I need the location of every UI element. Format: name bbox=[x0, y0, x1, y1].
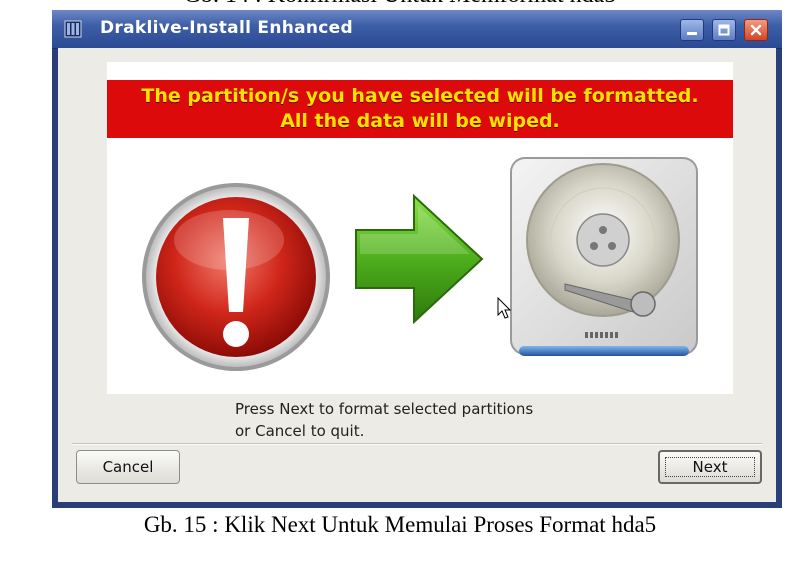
top-figure-caption: Gb. 14 : Konfirmasi Untuk Memformat hda5 bbox=[0, 0, 800, 9]
warning-line-1: The partition/s you have selected will b… bbox=[141, 85, 699, 107]
cancel-button[interactable]: Cancel bbox=[76, 450, 180, 484]
maximize-icon bbox=[718, 24, 730, 36]
warning-line-2: All the data will be wiped. bbox=[280, 110, 560, 132]
cancel-button-label: Cancel bbox=[102, 458, 154, 476]
exclamation-icon bbox=[142, 183, 330, 371]
mouse-cursor-icon bbox=[497, 297, 512, 319]
warning-panel: The partition/s you have selected will b… bbox=[107, 62, 733, 394]
green-arrow-icon bbox=[355, 193, 484, 325]
next-button[interactable]: Next bbox=[658, 450, 762, 484]
instruction-text: Press Next to format selected partitions… bbox=[235, 398, 533, 442]
dialog-content: The partition/s you have selected will b… bbox=[58, 48, 776, 502]
instruction-line-1: Press Next to format selected partitions bbox=[235, 400, 534, 418]
hard-disk-icon bbox=[510, 157, 698, 356]
maximize-button[interactable] bbox=[712, 19, 736, 41]
close-icon bbox=[750, 24, 762, 36]
warning-banner: The partition/s you have selected will b… bbox=[107, 80, 733, 138]
title-bar[interactable]: Draklive-Install Enhanced bbox=[52, 10, 782, 49]
focus-ring bbox=[665, 457, 755, 477]
minimize-icon bbox=[687, 32, 697, 35]
app-icon bbox=[64, 20, 82, 38]
instruction-line-2: or Cancel to quit. bbox=[235, 422, 365, 440]
close-button[interactable] bbox=[744, 19, 768, 41]
bottom-figure-caption: Gb. 15 : Klik Next Untuk Memulai Proses … bbox=[143, 512, 657, 537]
installer-window: Draklive-Install Enhanced The partition/… bbox=[52, 10, 782, 508]
button-separator bbox=[72, 443, 762, 445]
minimize-button[interactable] bbox=[680, 19, 704, 41]
window-title: Draklive-Install Enhanced bbox=[100, 18, 353, 38]
